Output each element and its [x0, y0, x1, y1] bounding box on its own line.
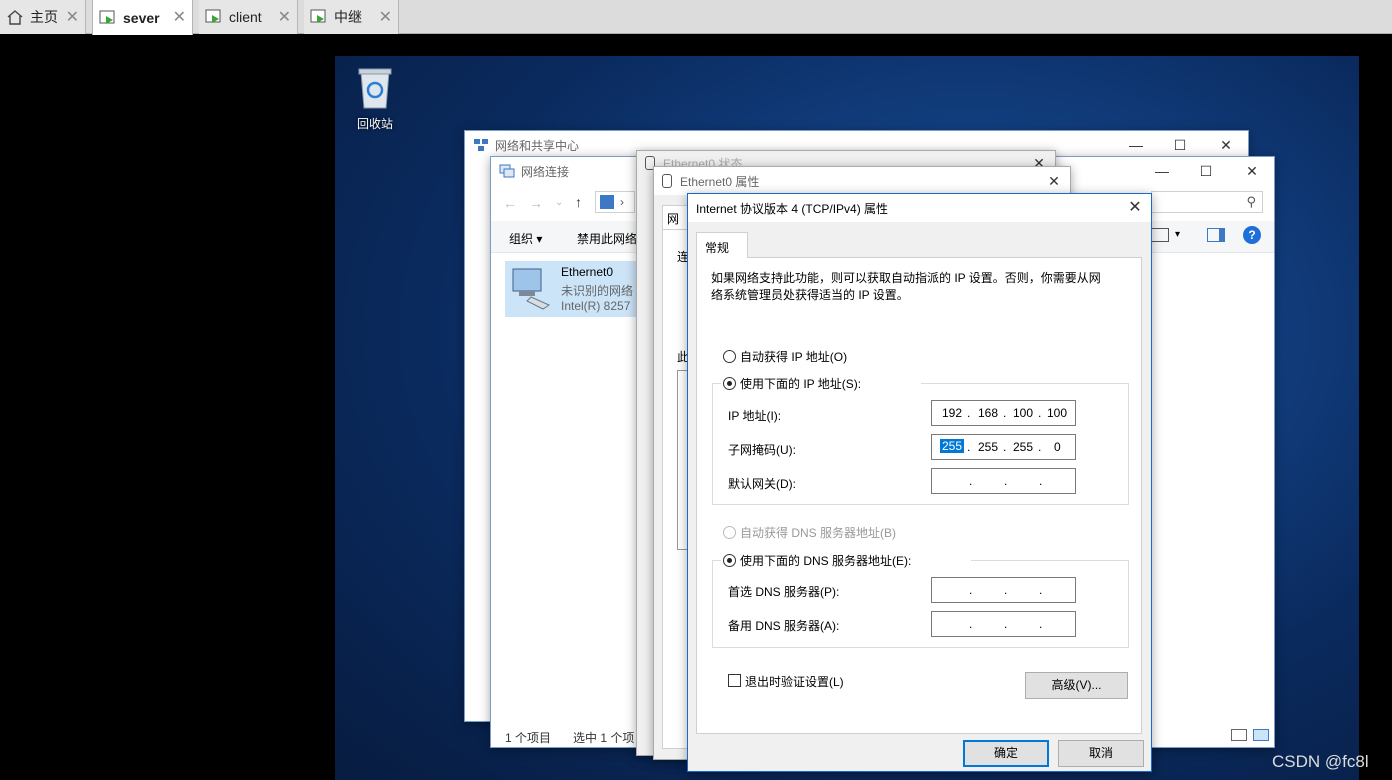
close-icon[interactable]: ✕: [379, 7, 392, 27]
tab-general[interactable]: 常规: [696, 232, 748, 258]
recycle-bin[interactable]: 回收站: [353, 66, 397, 132]
window-title: Ethernet0 属性: [680, 174, 760, 189]
vm-tab-label: client: [229, 9, 262, 25]
ipv4-properties-dialog: Internet 协议版本 4 (TCP/IPv4) 属性 ✕ 常规 如果网络支…: [687, 193, 1152, 772]
search-icon: ⚲: [1246, 194, 1256, 209]
close-button[interactable]: ✕: [1240, 161, 1264, 181]
gateway-field[interactable]: ...: [931, 468, 1076, 494]
dns-secondary-label: 备用 DNS 服务器(A):: [728, 619, 840, 633]
vm-tab-sever[interactable]: sever ✕: [92, 0, 193, 35]
maximize-button[interactable]: ☐: [1168, 135, 1192, 155]
close-icon[interactable]: ✕: [278, 7, 291, 27]
details-view-icon[interactable]: [1231, 729, 1247, 741]
vm-desktop: 回收站 网络和共享中心 — ☐ ✕ 网络连接 — ☐ ✕ ← → ⌄ ↑ › ⚲…: [335, 56, 1359, 780]
preview-pane-icon[interactable]: [1207, 228, 1225, 242]
close-button[interactable]: ✕: [1042, 171, 1066, 191]
adapter-device: Intel(R) 8257: [561, 299, 631, 313]
vm-icon: [99, 10, 117, 26]
chevron-down-icon[interactable]: ⌄: [555, 197, 563, 208]
vm-tab-label: 主页: [30, 9, 58, 25]
ok-button[interactable]: 确定: [963, 740, 1049, 767]
adapter-status: 未识别的网络: [561, 284, 634, 298]
back-arrow-icon[interactable]: ←: [503, 195, 517, 211]
manual-ip-label[interactable]: 使用下面的 IP 地址(S):: [740, 375, 861, 392]
search-input[interactable]: ⚲: [1151, 191, 1263, 213]
view-options-icon[interactable]: [1151, 228, 1169, 242]
adapter-name: Ethernet0: [561, 265, 614, 279]
close-button[interactable]: ✕: [1214, 135, 1238, 155]
manual-dns-label[interactable]: 使用下面的 DNS 服务器地址(E):: [740, 552, 911, 569]
manual-dns-radio[interactable]: [723, 554, 736, 567]
auto-ip-label[interactable]: 自动获得 IP 地址(O): [740, 348, 847, 365]
vm-tab-label: 中继: [334, 9, 362, 25]
vm-tab-home[interactable]: 主页 ✕: [0, 0, 86, 34]
maximize-button[interactable]: ☐: [1194, 161, 1218, 181]
watermark: CSDN @fc8l: [1272, 752, 1369, 771]
auto-dns-label[interactable]: 自动获得 DNS 服务器地址(B): [740, 524, 896, 541]
minimize-button[interactable]: —: [1124, 135, 1148, 155]
validate-checkbox[interactable]: [728, 674, 741, 687]
home-icon: [6, 9, 24, 25]
window-title: 网络连接: [521, 164, 570, 179]
selected-octet: 255: [940, 439, 965, 453]
auto-ip-radio[interactable]: [723, 350, 736, 363]
chevron-right-icon: ›: [620, 195, 624, 209]
status-item-count: 1 个项目: [505, 731, 552, 745]
tiles-view-icon[interactable]: [1253, 729, 1269, 741]
vm-tab-label: sever: [123, 9, 160, 26]
network-icon: [499, 164, 515, 178]
description-line-2: 络系统管理员处获得适当的 IP 设置。: [711, 288, 909, 302]
ethernet-icon: [662, 174, 672, 188]
ip-address-label: IP 地址(I):: [728, 409, 782, 423]
vm-tab-client[interactable]: client ✕: [199, 0, 298, 34]
close-icon[interactable]: ✕: [66, 7, 79, 27]
dns-primary-field[interactable]: ...: [931, 577, 1076, 603]
up-arrow-icon[interactable]: ↑: [575, 194, 582, 210]
vm-tab-relay[interactable]: 中继 ✕: [304, 0, 399, 34]
vm-icon: [310, 9, 328, 25]
organize-menu[interactable]: 组织 ▾: [509, 230, 542, 247]
disable-device-button[interactable]: 禁用此网络: [577, 230, 637, 247]
close-button[interactable]: ✕: [1123, 198, 1147, 218]
vm-icon: [205, 9, 223, 25]
address-bar[interactable]: ›: [595, 191, 635, 213]
subnet-mask-field[interactable]: 255 . 255 . 255 . 0: [931, 434, 1076, 460]
minimize-button[interactable]: —: [1150, 161, 1174, 181]
network-center-icon: [473, 138, 489, 152]
general-tab-panel: 如果网络支持此功能，则可以获取自动指派的 IP 设置。否则，你需要从网 络系统管…: [696, 257, 1142, 734]
chevron-down-icon[interactable]: ▾: [1175, 229, 1180, 240]
vm-tab-bar: 主页 ✕ sever ✕ client ✕ 中继 ✕: [0, 0, 1392, 35]
gateway-label: 默认网关(D):: [728, 477, 796, 491]
close-icon[interactable]: ✕: [173, 7, 186, 27]
recycle-bin-icon: [358, 68, 392, 109]
forward-arrow-icon[interactable]: →: [529, 195, 543, 211]
dialog-title: Internet 协议版本 4 (TCP/IPv4) 属性: [696, 201, 889, 216]
cancel-button[interactable]: 取消: [1058, 740, 1144, 767]
dns-secondary-field[interactable]: ...: [931, 611, 1076, 637]
manual-ip-radio[interactable]: [723, 377, 736, 390]
ip-address-field[interactable]: 192 . 168 . 100 . 100: [931, 400, 1076, 426]
window-title: 网络和共享中心: [495, 138, 580, 153]
auto-dns-radio[interactable]: [723, 526, 736, 539]
subnet-mask-label: 子网掩码(U):: [728, 443, 796, 457]
description-line-1: 如果网络支持此功能，则可以获取自动指派的 IP 设置。否则，你需要从网: [711, 271, 1101, 285]
validate-label[interactable]: 退出时验证设置(L): [745, 673, 844, 690]
adapter-item-ethernet0[interactable]: Ethernet0 未识别的网络 Intel(R) 8257: [505, 261, 645, 317]
recycle-bin-label: 回收站: [356, 117, 393, 131]
network-folder-icon: [600, 195, 614, 209]
network-adapter-icon: [509, 265, 553, 311]
advanced-button[interactable]: 高级(V)...: [1025, 672, 1128, 699]
help-icon[interactable]: ?: [1243, 226, 1261, 244]
dns-primary-label: 首选 DNS 服务器(P):: [728, 585, 840, 599]
